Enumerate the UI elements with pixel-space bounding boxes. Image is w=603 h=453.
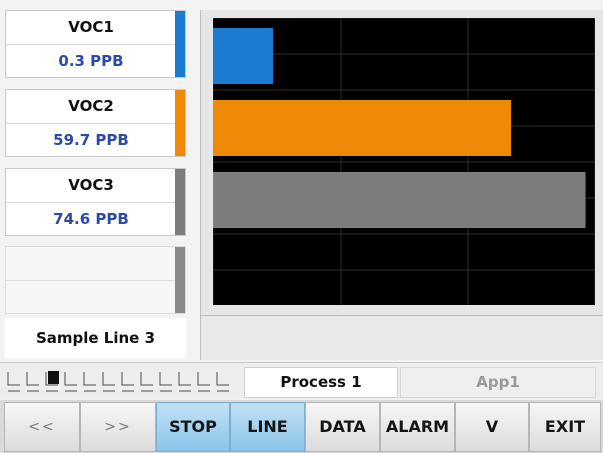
selector-cell — [26, 372, 39, 392]
sample-line-label: Sample Line 3 — [5, 318, 186, 358]
bar-voc2 — [213, 100, 512, 156]
line-button[interactable]: LINE — [230, 402, 305, 452]
sensor-name: VOC1 — [6, 11, 176, 45]
sensor-card-voc3[interactable]: VOC3 74.6 PPB — [5, 168, 186, 236]
line-selector-icon[interactable] — [6, 368, 238, 396]
sensor-value: 74.6 PPB — [53, 210, 129, 228]
next-button[interactable]: >> — [80, 402, 156, 452]
selector-cell — [83, 372, 96, 392]
sensor-value: 59.7 PPB — [53, 131, 129, 149]
selector-cell — [64, 372, 77, 392]
bar-voc1 — [213, 28, 273, 84]
selector-cell — [140, 372, 153, 392]
sensor-value: 0.3 PPB — [58, 52, 124, 70]
prev-button[interactable]: << — [4, 402, 80, 452]
selector-active-cell — [48, 371, 59, 384]
sensor-card-empty — [5, 246, 186, 314]
sensor-name: VOC2 — [6, 90, 176, 124]
tab-process[interactable]: Process 1 — [244, 367, 398, 398]
sensor-color-indicator — [175, 90, 185, 156]
selector-cell — [121, 372, 134, 392]
selector-cell — [102, 372, 115, 392]
sensor-color-indicator — [175, 169, 185, 235]
divider — [6, 280, 176, 281]
selector-cell — [7, 372, 20, 392]
chart-footer-panel — [200, 315, 603, 360]
v-button[interactable]: V — [455, 402, 529, 452]
selector-cell — [178, 372, 191, 392]
sensor-card-voc2[interactable]: VOC2 59.7 PPB — [5, 89, 186, 157]
alarm-button[interactable]: ALARM — [380, 402, 455, 452]
selector-cell — [216, 372, 229, 392]
exit-button[interactable]: EXIT — [529, 402, 601, 452]
data-button[interactable]: DATA — [305, 402, 380, 452]
sensor-color-indicator — [175, 11, 185, 77]
bar-voc3 — [213, 172, 586, 228]
selector-cell — [159, 372, 172, 392]
selector-cell — [197, 372, 210, 392]
stop-button[interactable]: STOP — [156, 402, 230, 452]
sensor-name: VOC3 — [6, 169, 176, 203]
tab-app[interactable]: App1 — [400, 367, 596, 398]
voc-bar-chart — [213, 18, 595, 305]
sensor-color-indicator — [175, 247, 185, 313]
sensor-card-voc1[interactable]: VOC1 0.3 PPB — [5, 10, 186, 78]
